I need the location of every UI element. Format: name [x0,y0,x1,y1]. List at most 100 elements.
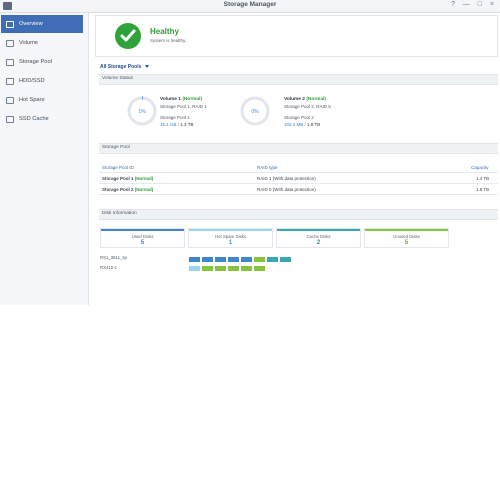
health-status-card: Healthy System is healthy. [95,15,498,57]
card-label: Cache Disks [306,234,331,239]
table-divider [99,194,498,195]
volume-name-text: Volume 2 [284,97,305,102]
card-label: Unused Disks [393,234,420,239]
volume-total: 1.3 TB [180,122,194,127]
disk-slot-unused[interactable] [254,257,265,262]
disk-slot-unused[interactable] [254,266,265,271]
volume-name-text: Volume 1 [160,97,181,102]
storage-pool-icon [6,58,14,66]
capacity-cell: 1.8 TB [476,187,490,192]
overview-icon [6,20,14,28]
disk-slot-used[interactable] [202,257,213,262]
raid-type-cell: RAID 1 (With data protection) [257,176,316,181]
section-title: Disk Information [102,211,137,216]
card-count: 1 [228,240,233,246]
disk-slot-used[interactable] [228,257,239,262]
sidebar-item-volume[interactable]: Volume [1,34,83,52]
disk-slot-used[interactable] [189,257,200,262]
pool-id-text: Storage Pool 2 [102,187,134,192]
sidebar: Overview Volume Storage Pool HDD/SSD Hot… [0,13,89,305]
host-name: RS1_3611_sp [100,255,127,260]
sidebar-item-label: HDD/SSD [19,78,45,84]
disk-slot-cache[interactable] [267,257,278,262]
disk-slot-used[interactable] [215,257,226,262]
storage-pool-filter-label: All Storage Pools [100,64,142,70]
pool-state: (Normal) [134,187,154,192]
card-accent-bar [189,229,272,231]
volume-state: (Normal) [182,97,203,102]
disk-slot-unused[interactable] [215,266,226,271]
disk-slot-unused[interactable] [202,266,213,271]
storage-pool-filter-dropdown[interactable]: All Storage Pools [100,64,150,70]
volume-icon [6,39,14,47]
sidebar-item-label: Hot Spare [19,97,45,103]
card-label: Used Disks [131,234,154,239]
host-name: RX410-1 [100,265,117,270]
card-accent-bar [101,229,184,231]
volume-used: 15.1 GB [160,122,177,127]
card-label: Hot Spare Disks [214,234,247,239]
volume-capacity: 15.1 GB / 1.3 TB [160,122,193,127]
volume-pool-label: Storage Pool 1 [160,115,190,120]
volume-name: Volume 1 (Normal) [160,97,202,102]
main-content: Healthy System is healthy. All Storage P… [91,15,500,305]
section-header-disk-information: Disk Information [99,209,498,220]
sidebar-item-label: Overview [19,21,43,27]
volume-detail: Storage Pool 1, RAID 1 [160,104,207,109]
hdd-icon [6,77,14,85]
ssd-cache-icon [6,115,14,123]
sidebar-item-label: Volume [19,40,38,46]
section-title: Storage Pool [102,145,130,150]
window-controls[interactable]: ? — □ × [451,1,497,8]
health-status-subtitle: System is healthy. [150,38,187,43]
table-divider [99,183,498,184]
pool-id-cell: Storage Pool 1 (Normal) [102,176,153,181]
card-count: 5 [140,240,145,246]
disk-slot-unused[interactable] [228,266,239,271]
sidebar-item-label: SSD Cache [19,116,49,122]
sidebar-item-hdd-ssd[interactable]: HDD/SSD [1,72,83,90]
capacity-cell: 1.4 TB [476,176,490,181]
disk-slot-cache[interactable] [280,257,291,262]
window-title: Storage Manager [223,1,277,8]
volume-usage-percent: 0% [251,109,259,115]
volume-pool-label: Storage Pool 2 [284,115,314,120]
volume-usage-donut: 1% [127,96,157,126]
hot-spare-disks-card: Hot Spare Disks 1 [188,228,273,248]
healthy-check-icon [115,23,141,49]
title-bar: Storage Manager ? — □ × [0,0,500,13]
sidebar-item-hot-spare[interactable]: Hot Spare [1,91,83,109]
pool-state: (Normal) [134,176,154,181]
volume-usage-percent: 1% [138,109,146,115]
volume-total: 1.8 TB [307,122,321,127]
health-status-title: Healthy [150,27,179,36]
cache-disks-card: Cache Disks 2 [276,228,361,248]
volume-usage-donut: 0% [240,96,270,126]
volume-capacity: 102.1 MB / 1.8 TB [284,122,320,127]
disk-slot-hot-spare[interactable] [189,266,200,271]
sidebar-item-ssd-cache[interactable]: SSD Cache [1,110,83,128]
sidebar-item-overview[interactable]: Overview [1,15,83,33]
unused-disks-card: Unused Disks 5 [364,228,449,248]
sidebar-item-label: Storage Pool [19,59,52,65]
card-accent-bar [277,229,360,231]
pool-id-cell: Storage Pool 2 (Normal) [102,187,153,192]
volume-detail: Storage Pool 2, RAID 5 [284,104,331,109]
used-disks-card: Used Disks 5 [100,228,185,248]
chevron-down-icon [145,65,150,69]
table-divider [99,172,498,173]
hot-spare-icon [6,96,14,104]
section-title: Volume Status [102,76,133,81]
column-header-pool-id[interactable]: Storage Pool ID [102,165,134,170]
section-header-storage-pool: Storage Pool [99,143,498,154]
disk-slot-unused[interactable] [241,266,252,271]
volume-name: Volume 2 (Normal) [284,97,326,102]
column-header-raid-type[interactable]: RAID type [257,165,278,170]
card-count: 2 [316,240,321,246]
disk-slot-used[interactable] [241,257,252,262]
sidebar-item-storage-pool[interactable]: Storage Pool [1,53,83,71]
volume-state: (Normal) [306,97,327,102]
column-header-capacity[interactable]: Capacity [471,165,489,170]
section-header-volume-status: Volume Status [99,74,498,85]
pool-id-text: Storage Pool 1 [102,176,134,181]
